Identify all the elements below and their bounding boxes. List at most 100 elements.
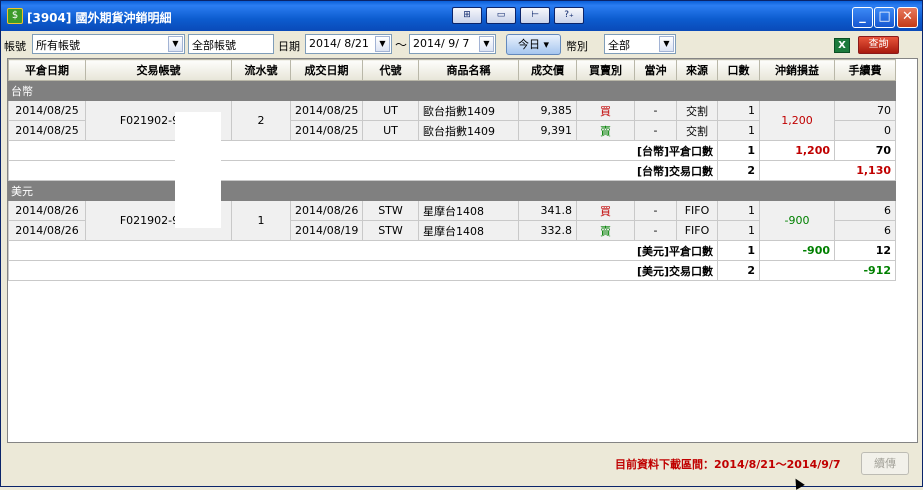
col-close-date[interactable]: 平倉日期 bbox=[8, 59, 86, 81]
trade-summary-row[interactable]: [台幣]交易口數 2 1,130 bbox=[8, 160, 896, 181]
source-cell: FIFO bbox=[676, 220, 718, 241]
price-cell: 9,391 bbox=[518, 120, 577, 141]
col-source[interactable]: 來源 bbox=[676, 59, 718, 81]
qty-cell: 1 bbox=[717, 200, 760, 221]
date-to-value: 2014/ 9/ 7 bbox=[413, 37, 470, 50]
trade-date-cell: 2014/08/25 bbox=[290, 120, 363, 141]
col-side[interactable]: 買賣別 bbox=[576, 59, 635, 81]
col-price[interactable]: 成交價 bbox=[518, 59, 577, 81]
summary-qty: 1 bbox=[717, 140, 760, 161]
date-from-picker[interactable]: 2014/ 8/21 ▼ bbox=[305, 34, 392, 54]
close-date-cell: 2014/08/26 bbox=[8, 200, 86, 221]
chevron-down-icon[interactable]: ▼ bbox=[479, 36, 494, 52]
side-cell: 買 bbox=[576, 100, 635, 121]
close-summary-row[interactable]: [美元]平倉口數 1 -900 12 bbox=[8, 240, 896, 261]
chevron-down-icon[interactable]: ▼ bbox=[375, 36, 390, 52]
fee-cell: 70 bbox=[834, 100, 896, 121]
summary-fee: 70 bbox=[834, 140, 896, 161]
date-separator: ～ bbox=[395, 38, 408, 52]
trade-date-cell: 2014/08/26 bbox=[290, 200, 363, 221]
currency-label: 幣別 bbox=[566, 40, 588, 53]
summary-qty: 2 bbox=[717, 260, 760, 281]
group-row-usd[interactable]: 美元 bbox=[8, 180, 896, 201]
close-date-cell: 2014/08/25 bbox=[8, 100, 86, 121]
qty-cell: 1 bbox=[717, 100, 760, 121]
account-select[interactable]: 所有帳號 ▼ bbox=[32, 34, 185, 54]
close-summary-row[interactable]: [台幣]平倉口數 1 1,200 70 bbox=[8, 140, 896, 161]
code-cell: UT bbox=[362, 100, 419, 121]
group-title: 台幣 bbox=[8, 80, 896, 101]
daytrade-cell: - bbox=[634, 100, 677, 121]
serial-cell: 1 bbox=[231, 200, 291, 241]
download-range-text: 目前資料下載區間：2014/8/21～2014/9/7 bbox=[615, 458, 841, 471]
close-date-cell: 2014/08/26 bbox=[8, 220, 86, 241]
link-tool-button[interactable]: ⊢ bbox=[520, 7, 550, 24]
summary-label: [台幣]交易口數 bbox=[8, 160, 718, 181]
trade-date-cell: 2014/08/19 bbox=[290, 220, 363, 241]
price-cell: 332.8 bbox=[518, 220, 577, 241]
close-date-cell: 2014/08/25 bbox=[8, 120, 86, 141]
summary-pnl: -900 bbox=[759, 240, 835, 261]
col-serial[interactable]: 流水號 bbox=[231, 59, 291, 81]
date-from-value: 2014/ 8/21 bbox=[309, 37, 369, 50]
table-row[interactable]: 2014/08/25 F021902-902- 2 2014/08/25 UT … bbox=[8, 100, 896, 141]
date-to-picker[interactable]: 2014/ 9/ 7 ▼ bbox=[409, 34, 496, 54]
price-cell: 9,385 bbox=[518, 100, 577, 121]
currency-select-value: 全部 bbox=[608, 39, 630, 52]
chevron-down-icon[interactable]: ▼ bbox=[659, 36, 674, 52]
pnl-cell: -900 bbox=[759, 200, 835, 241]
col-daytrade[interactable]: 當沖 bbox=[634, 59, 677, 81]
query-button[interactable]: 查詢 bbox=[858, 36, 899, 54]
source-cell: 交割 bbox=[676, 120, 718, 141]
table-row[interactable]: 2014/08/26 F021902-902- 1 2014/08/26 STW… bbox=[8, 200, 896, 241]
account-name-value: 全部帳號 bbox=[192, 39, 236, 52]
product-cell: 歐台指數1409 bbox=[418, 120, 519, 141]
settlement-grid[interactable]: 平倉日期 交易帳號 流水號 成交日期 代號 商品名稱 成交價 買賣別 當沖 來源… bbox=[7, 58, 918, 443]
col-trade-date[interactable]: 成交日期 bbox=[290, 59, 363, 81]
product-cell: 歐台指數1409 bbox=[418, 100, 519, 121]
trade-date-cell: 2014/08/25 bbox=[290, 100, 363, 121]
trade-summary-row[interactable]: [美元]交易口數 2 -912 bbox=[8, 260, 896, 281]
daytrade-cell: - bbox=[634, 200, 677, 221]
window-tool-button[interactable]: ▭ bbox=[486, 7, 516, 24]
serial-cell: 2 bbox=[231, 100, 291, 141]
account-select-value: 所有帳號 bbox=[36, 39, 80, 52]
help-tool-button[interactable]: ?₊ bbox=[554, 7, 584, 24]
code-cell: UT bbox=[362, 120, 419, 141]
col-account[interactable]: 交易帳號 bbox=[85, 59, 232, 81]
settlement-table: 平倉日期 交易帳號 流水號 成交日期 代號 商品名稱 成交價 買賣別 當沖 來源… bbox=[8, 59, 896, 281]
summary-pnl: 1,200 bbox=[759, 140, 835, 161]
summary-total: 1,130 bbox=[759, 160, 896, 181]
close-button[interactable]: ✕ bbox=[897, 7, 918, 28]
code-cell: STW bbox=[362, 200, 419, 221]
account-label: 帳號 bbox=[4, 40, 26, 53]
group-row-twd[interactable]: 台幣 bbox=[8, 80, 896, 101]
today-button[interactable]: 今日 ▾ bbox=[506, 34, 561, 55]
fee-cell: 0 bbox=[834, 120, 896, 141]
side-cell: 買 bbox=[576, 200, 635, 221]
continue-download-button[interactable]: 續傳 bbox=[861, 452, 909, 475]
minimize-button[interactable]: _ bbox=[852, 7, 873, 28]
maximize-button[interactable]: □ bbox=[874, 7, 895, 28]
col-qty[interactable]: 口數 bbox=[717, 59, 760, 81]
app-icon: $ bbox=[7, 8, 23, 24]
col-code[interactable]: 代號 bbox=[362, 59, 419, 81]
price-cell: 341.8 bbox=[518, 200, 577, 221]
product-cell: 星摩台1408 bbox=[418, 220, 519, 241]
window-title: [3904] 國外期貨沖銷明細 bbox=[27, 11, 172, 25]
excel-export-icon[interactable]: X bbox=[834, 38, 850, 53]
source-cell: 交割 bbox=[676, 100, 718, 121]
account-name-field[interactable]: 全部帳號 bbox=[188, 34, 274, 54]
title-bar[interactable]: $ [3904] 國外期貨沖銷明細 ⊞ ▭ ⊢ ?₊ _ □ ✕ bbox=[1, 1, 922, 31]
summary-fee: 12 bbox=[834, 240, 896, 261]
col-pnl[interactable]: 沖銷損益 bbox=[759, 59, 835, 81]
summary-qty: 1 bbox=[717, 240, 760, 261]
chevron-down-icon[interactable]: ▼ bbox=[168, 36, 183, 52]
summary-total: -912 bbox=[759, 260, 896, 281]
currency-select[interactable]: 全部 ▼ bbox=[604, 34, 676, 54]
col-fee[interactable]: 手續費 bbox=[834, 59, 896, 81]
layout-tool-button[interactable]: ⊞ bbox=[452, 7, 482, 24]
qty-cell: 1 bbox=[717, 120, 760, 141]
summary-label: [美元]平倉口數 bbox=[8, 240, 718, 261]
col-product[interactable]: 商品名稱 bbox=[418, 59, 519, 81]
